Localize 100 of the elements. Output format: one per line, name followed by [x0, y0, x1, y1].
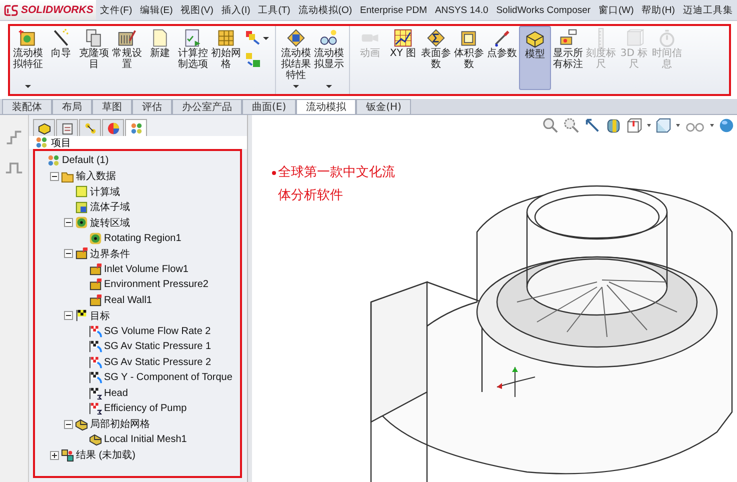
tab[interactable]: 办公室产品 — [172, 99, 242, 114]
tree-item[interactable]: 计算域 — [90, 184, 120, 199]
toolbar-button[interactable]: 体积参数 — [453, 26, 485, 90]
tree-item[interactable]: Efficiency of Pump — [104, 403, 187, 414]
splitter-handle[interactable] — [247, 115, 252, 482]
tree-item[interactable]: SG Y - Component of Torque — [104, 372, 232, 384]
tab[interactable]: 布局 — [52, 99, 92, 114]
tab[interactable]: 曲面(E) — [242, 99, 296, 114]
menu-item[interactable]: 编辑(E) — [140, 4, 173, 16]
toolbar-button[interactable]: 新建 — [144, 26, 176, 90]
menu-item[interactable]: Enterprise PDM — [360, 4, 427, 16]
tree-item[interactable]: SG Av Static Pressure 2 — [104, 356, 212, 368]
goal-flag-icon — [89, 324, 102, 338]
cube-icon[interactable] — [655, 116, 672, 134]
tab[interactable]: 钣金(H) — [356, 99, 412, 114]
toolbar-button[interactable]: 表面参数 — [420, 26, 452, 90]
menu-item[interactable]: 工具(T) — [258, 4, 290, 16]
cube-icon — [75, 200, 88, 214]
gear-box-icon — [18, 28, 38, 48]
goal-flag-icon — [89, 371, 102, 384]
tree-item[interactable]: 边界条件 — [90, 246, 130, 261]
toolbar-button[interactable]: 点参数 — [486, 26, 518, 90]
collapse-toggle[interactable] — [50, 172, 59, 181]
tree-item[interactable]: Rotating Region1 — [104, 232, 182, 244]
toolbar-button[interactable]: 模型 — [519, 26, 551, 90]
cube-arrows-icon[interactable] — [245, 52, 261, 68]
tree-item[interactable]: 旋转区域 — [90, 216, 130, 230]
zoom-icon[interactable] — [563, 116, 580, 134]
menu-item[interactable]: 文件(F) — [100, 4, 132, 16]
tree-item[interactable]: SG Volume Flow Rate 2 — [104, 326, 211, 337]
tree-item[interactable]: Environment Pressure2 — [104, 279, 208, 290]
tree-item[interactable]: Local Initial Mesh1 — [104, 434, 187, 446]
tab[interactable]: 评估 — [132, 99, 172, 114]
tree-item[interactable]: 局部初始网格 — [90, 417, 150, 432]
tree-item[interactable]: SG Av Static Pressure 1 — [104, 341, 212, 352]
toolbar-button[interactable]: 克隆项目 — [78, 26, 110, 90]
caret-icon[interactable] — [676, 124, 680, 126]
toolbar-button[interactable]: 流动模拟结果特性 — [280, 26, 312, 90]
toolbar-button[interactable]: 流动模拟显示 — [313, 26, 345, 90]
logo-mark-icon — [4, 4, 19, 16]
pipette-icon — [492, 28, 512, 48]
tab[interactable]: 装配体 — [2, 99, 52, 114]
arrow-icon[interactable] — [584, 116, 601, 134]
toolbar-button[interactable]: 计算控制选项 — [177, 26, 209, 90]
tree-item[interactable]: 输入数据 — [76, 169, 116, 184]
toolbar-button[interactable]: 初始网格 — [210, 26, 242, 90]
results-icon — [61, 448, 74, 462]
mesh-block-icon — [89, 433, 102, 446]
menu-item[interactable]: 窗口(W) — [598, 4, 634, 16]
caret-icon[interactable] — [647, 124, 651, 126]
menu-item[interactable]: 帮助(H) — [642, 4, 675, 16]
tree-item[interactable]: Default (1) — [62, 155, 109, 166]
colored-dots-icon — [47, 154, 60, 168]
menu-item[interactable]: SolidWorks Composer — [496, 4, 591, 16]
folder-icon — [61, 170, 74, 183]
menu-item[interactable]: 迈迪工具集 — [682, 4, 733, 16]
document-icon — [150, 28, 170, 48]
flagged-box-icon — [89, 262, 102, 276]
tree-item[interactable]: Head — [104, 388, 128, 399]
tree-item[interactable]: 结果 (未加载) — [76, 448, 136, 462]
panel-tab[interactable] — [79, 119, 101, 136]
panel-tab[interactable] — [102, 119, 124, 136]
panel-tab[interactable] — [33, 119, 55, 136]
ruler-icon — [598, 28, 604, 48]
collapse-toggle[interactable] — [64, 249, 73, 258]
collapse-toggle[interactable] — [64, 420, 73, 429]
tree-item[interactable]: Real Wall1 — [104, 294, 152, 306]
section-icon[interactable] — [605, 116, 622, 134]
toolbar-button[interactable]: 常规设置 — [111, 26, 143, 90]
tree-item[interactable]: 流体子域 — [90, 200, 130, 214]
stopwatch-icon — [657, 28, 677, 48]
collapse-toggle[interactable] — [64, 218, 73, 228]
menu-item[interactable]: 插入(I) — [221, 4, 250, 16]
tree-item[interactable]: 目标 — [90, 308, 110, 323]
tab[interactable]: 草图 — [92, 99, 132, 114]
toolbar-button[interactable]: 向导 — [45, 26, 77, 90]
toolbar-button[interactable]: 显示所有标注 — [552, 26, 584, 90]
cube-icon[interactable] — [626, 116, 643, 134]
menu-item[interactable]: 流动模拟(O) — [298, 4, 352, 16]
toolbar-button[interactable]: 流动模拟特征 — [12, 26, 44, 90]
glasses-icon — [319, 28, 339, 48]
caret-icon[interactable] — [710, 124, 714, 126]
menu-item[interactable]: ANSYS 14.0 — [434, 4, 488, 16]
cube-arrows-icon[interactable] — [245, 30, 261, 46]
flagged-box-icon — [89, 278, 102, 292]
annotation-text: 全球第一款中文化流体分析软件 — [278, 164, 396, 205]
sphere-icon[interactable] — [718, 116, 735, 134]
zoom-icon[interactable] — [542, 116, 559, 134]
collapse-toggle[interactable] — [64, 311, 73, 320]
magic-wand-icon — [51, 28, 71, 48]
toolbar-button[interactable]: XY 图 — [387, 26, 419, 90]
grid-block-icon — [216, 28, 236, 48]
expand-toggle[interactable] — [50, 450, 59, 460]
menu-item[interactable]: 视图(V) — [180, 4, 214, 16]
caret-icon[interactable] — [263, 36, 269, 40]
panel-tab[interactable] — [56, 119, 78, 136]
part-icon — [38, 122, 50, 134]
ruler-cube-icon — [624, 28, 644, 48]
tab[interactable]: 流动模拟 — [296, 99, 356, 114]
tree-item[interactable]: Inlet Volume Flow1 — [104, 264, 188, 275]
